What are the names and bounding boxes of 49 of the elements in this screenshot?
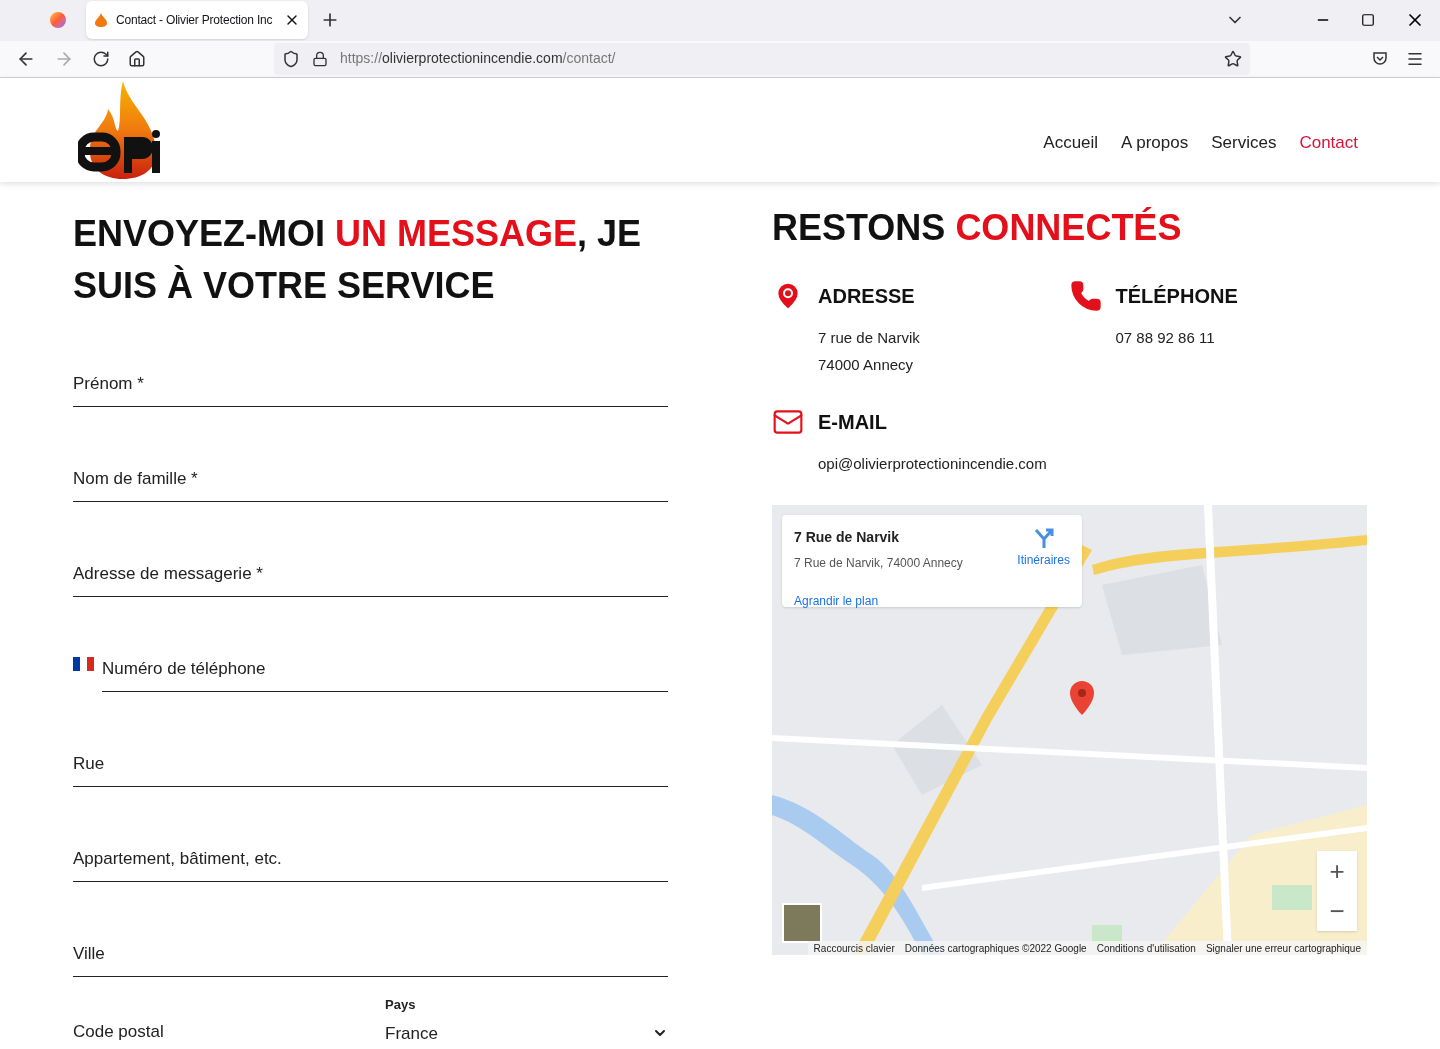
place-title: 7 Rue de Narvik [794, 528, 901, 547]
map-footer-link[interactable]: Signaler une erreur cartographique [1205, 940, 1361, 955]
bookmark-star-icon[interactable] [1224, 49, 1242, 68]
nav-link[interactable]: A propos [1121, 129, 1189, 156]
postal-code-field[interactable]: Code postal [73, 1015, 365, 1049]
lock-icon [312, 50, 328, 67]
address-bar[interactable]: https://olivierprotectionincendie.com/contact/ [274, 42, 1250, 75]
section-heading: RESTONS CONNECTÉS [772, 208, 1183, 248]
contact-title: ADRESSE [818, 284, 916, 309]
place-address: 7 Rue de Narvik, 74000 Annecy [794, 555, 964, 572]
map-footer-link[interactable]: Conditions d'utilisation [1096, 940, 1196, 955]
input-field[interactable]: Prénom * [73, 362, 668, 407]
nav-link[interactable]: Services [1211, 129, 1277, 156]
zoom-in-button[interactable]: + [1317, 851, 1357, 891]
nav-link[interactable]: Accueil [1043, 129, 1099, 156]
map-footer-link[interactable]: Raccourcis clavier [813, 940, 895, 955]
satellite-thumbnail[interactable] [782, 903, 822, 943]
input-field[interactable]: Ville [73, 932, 668, 977]
country-select[interactable]: France [385, 1020, 668, 1046]
map-footer-link[interactable]: Données cartographiques ©2022 Google [904, 940, 1087, 955]
country-label: Pays [385, 996, 417, 1014]
france-flag-icon[interactable] [73, 657, 94, 671]
phone-icon [1069, 280, 1102, 312]
firefox-icon[interactable] [50, 12, 66, 29]
home-icon[interactable] [128, 49, 146, 68]
contact-text: 7 rue de Narvik [818, 328, 920, 348]
nav-link[interactable]: Contact [1299, 129, 1358, 156]
enlarge-map-link[interactable]: Agrandir le plan [794, 592, 1018, 610]
contact-title: TÉLÉPHONE [1115, 284, 1238, 309]
contact-text: 07 88 92 86 11 [1115, 328, 1216, 348]
browser-tab[interactable]: Contact - Olivier Protection Inc [86, 1, 308, 40]
contact-title: E-MAIL [818, 410, 888, 435]
contact-text: opi@olivierprotectionincendie.com [818, 454, 1047, 474]
input-field[interactable]: Nom de famille * [73, 457, 668, 502]
section-heading: ENVOYEZ-MOI UN MESSAGE, JE SUIS À VOTRE SERVICE [73, 212, 643, 308]
flame-icon [94, 13, 108, 28]
input-field[interactable]: Appartement, bâtiment, etc. [73, 837, 668, 882]
url-text: https://olivierprotectionincendie.com/contact/ [340, 49, 617, 69]
directions-link[interactable]: Itinéraires [1017, 551, 1070, 569]
pocket-icon[interactable] [1372, 50, 1388, 67]
reload-icon[interactable] [92, 49, 110, 68]
phone-field[interactable]: Numéro de téléphone [102, 647, 668, 692]
input-field[interactable]: Adresse de messagerie * [73, 552, 668, 597]
zoom-out-button[interactable]: − [1317, 891, 1357, 931]
directions-icon[interactable] [1032, 527, 1055, 549]
maximize-icon[interactable] [1361, 13, 1375, 28]
shield-icon [282, 49, 300, 68]
input-field[interactable]: Rue [73, 742, 668, 787]
contact-text: 74000 Annecy [818, 355, 915, 375]
